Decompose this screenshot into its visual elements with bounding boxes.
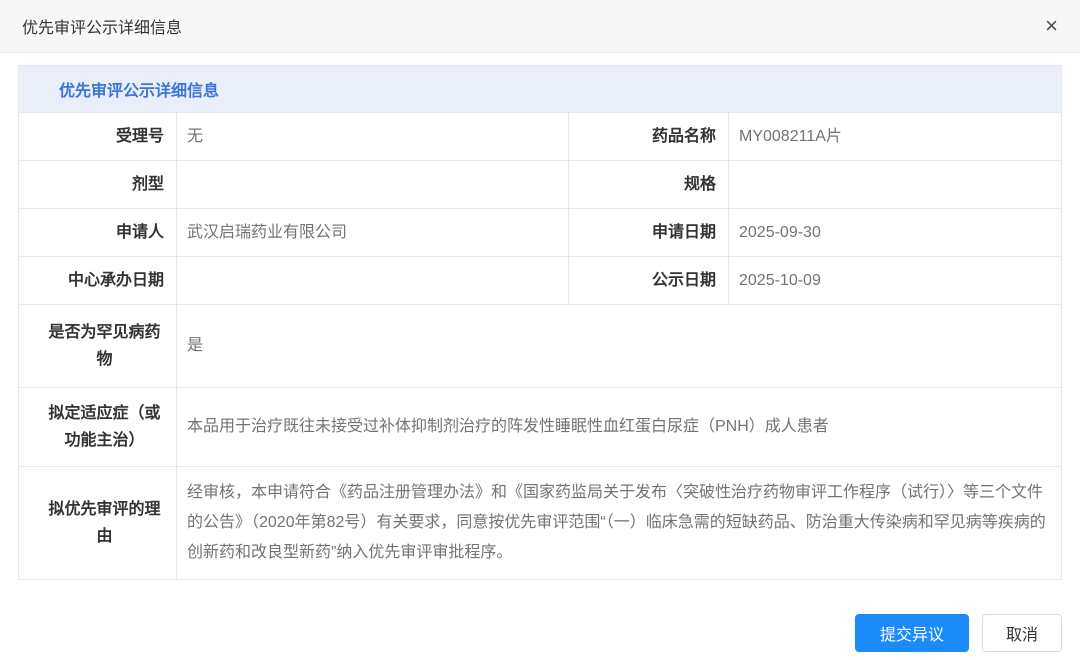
priority-review-detail-modal: 优先审评公示详细信息 × 优先审评公示详细信息 受理号 无 药品名称 MY008… xyxy=(0,0,1080,660)
acceptance-no-label: 受理号 xyxy=(19,113,177,160)
table-row: 受理号 无 药品名称 MY008211A片 xyxy=(19,113,1061,161)
applicant-value: 武汉启瑞药业有限公司 xyxy=(177,209,569,256)
applicant-label: 申请人 xyxy=(19,209,177,256)
apply-date-value: 2025-09-30 xyxy=(729,209,1061,256)
table-row: 拟定适应症（或功能主治） 本品用于治疗既往未接受过补体抑制剂治疗的阵发性睡眠性血… xyxy=(19,388,1061,467)
table-row: 是否为罕见病药物 是 xyxy=(19,305,1061,388)
publicity-date-value: 2025-10-09 xyxy=(729,257,1061,304)
reason-value: 经审核，本申请符合《药品注册管理办法》和《国家药监局关于发布〈突破性治疗药物审评… xyxy=(177,467,1061,579)
dosage-form-label: 剂型 xyxy=(19,161,177,208)
indication-label: 拟定适应症（或功能主治） xyxy=(19,388,177,466)
spec-value xyxy=(729,161,1061,208)
dosage-form-value xyxy=(177,161,569,208)
reason-label: 拟优先审评的理由 xyxy=(19,467,177,579)
close-icon[interactable]: × xyxy=(1045,15,1058,37)
center-date-label: 中心承办日期 xyxy=(19,257,177,304)
modal-footer: 提交异议 取消 xyxy=(0,614,1062,652)
apply-date-label: 申请日期 xyxy=(569,209,729,256)
table-row: 中心承办日期 公示日期 2025-10-09 xyxy=(19,257,1061,305)
modal-title: 优先审评公示详细信息 xyxy=(22,14,182,38)
table-row: 申请人 武汉启瑞药业有限公司 申请日期 2025-09-30 xyxy=(19,209,1061,257)
section-header: 优先审评公示详细信息 xyxy=(19,66,1061,113)
rare-disease-label: 是否为罕见病药物 xyxy=(19,305,177,387)
table-row: 拟优先审评的理由 经审核，本申请符合《药品注册管理办法》和《国家药监局关于发布〈… xyxy=(19,467,1061,579)
spec-label: 规格 xyxy=(569,161,729,208)
center-date-value xyxy=(177,257,569,304)
modal-header: 优先审评公示详细信息 × xyxy=(0,0,1080,53)
table-row: 剂型 规格 xyxy=(19,161,1061,209)
publicity-date-label: 公示日期 xyxy=(569,257,729,304)
detail-table: 优先审评公示详细信息 受理号 无 药品名称 MY008211A片 剂型 规格 申… xyxy=(18,65,1062,580)
rare-disease-value: 是 xyxy=(177,305,1061,387)
indication-value: 本品用于治疗既往未接受过补体抑制剂治疗的阵发性睡眠性血红蛋白尿症（PNH）成人患… xyxy=(177,388,1061,466)
acceptance-no-value: 无 xyxy=(177,113,569,160)
cancel-button[interactable]: 取消 xyxy=(982,614,1062,652)
drug-name-value: MY008211A片 xyxy=(729,113,1061,160)
drug-name-label: 药品名称 xyxy=(569,113,729,160)
submit-objection-button[interactable]: 提交异议 xyxy=(855,614,969,652)
